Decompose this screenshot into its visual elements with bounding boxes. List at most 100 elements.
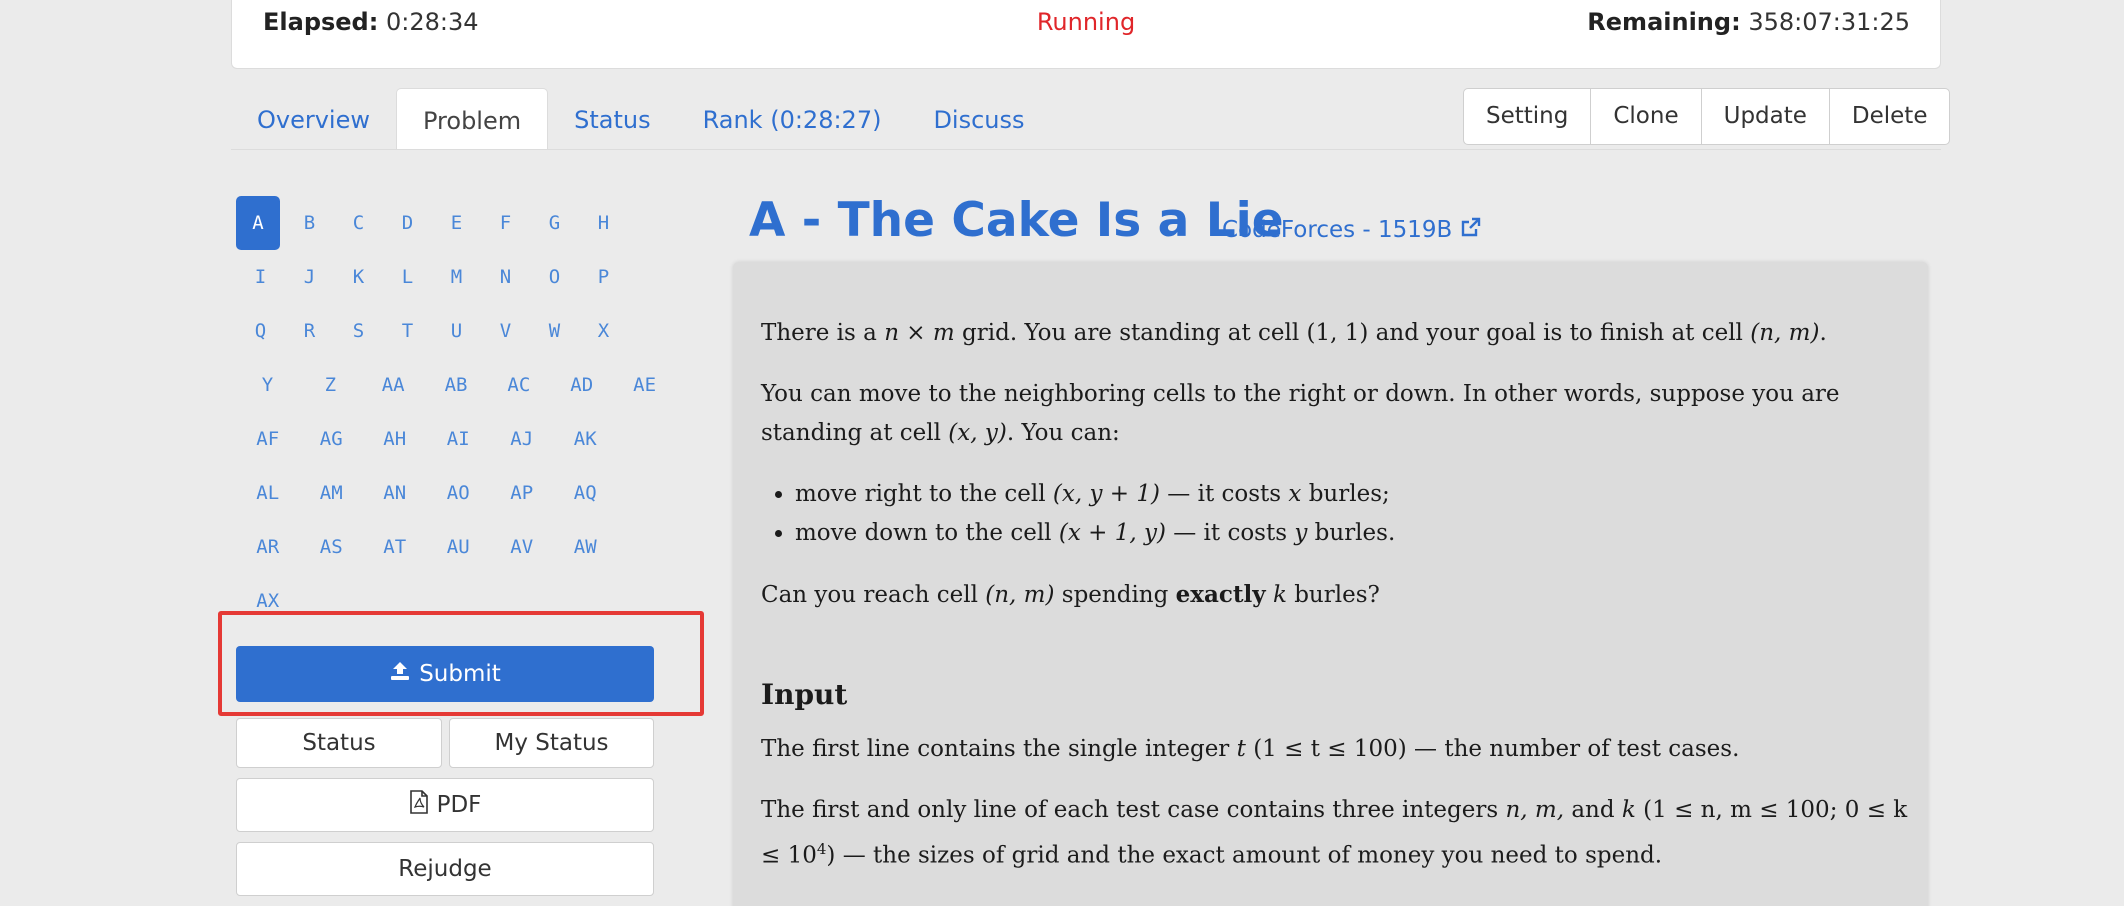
tab-discuss[interactable]: Discuss	[907, 88, 1050, 150]
problem-letter-ag[interactable]: AG	[300, 412, 364, 466]
problem-letter-as[interactable]: AS	[300, 520, 364, 574]
text: move right to the cell	[795, 481, 1053, 507]
problem-letter-c[interactable]: C	[334, 196, 383, 250]
math-cell: (n, m)	[985, 582, 1055, 608]
remaining-time: Remaining: 358:07:31:25	[1587, 8, 1910, 36]
problem-letter-aa[interactable]: AA	[362, 358, 425, 412]
problem-letter-p[interactable]: P	[579, 250, 628, 304]
problem-letter-h[interactable]: H	[579, 196, 628, 250]
problem-letter-au[interactable]: AU	[427, 520, 491, 574]
problem-letter-b[interactable]: B	[285, 196, 334, 250]
problem-letter-ac[interactable]: AC	[487, 358, 550, 412]
contest-tabs: Overview Problem Status Rank (0:28:27) D…	[231, 88, 1051, 150]
text: and	[1564, 797, 1622, 823]
problem-letter-ab[interactable]: AB	[425, 358, 488, 412]
math-var: k	[1621, 797, 1636, 823]
math-var: y	[1294, 520, 1308, 546]
text: — it costs	[1165, 520, 1295, 546]
problem-letter-d[interactable]: D	[383, 196, 432, 250]
problem-letter-o[interactable]: O	[530, 250, 579, 304]
problem-letter-t[interactable]: T	[383, 304, 432, 358]
problem-letter-at[interactable]: AT	[363, 520, 427, 574]
pdf-button[interactable]: PDF	[236, 778, 654, 832]
text: and your goal is to finish at cell	[1368, 320, 1751, 346]
setting-button[interactable]: Setting	[1464, 89, 1590, 144]
status-label: Status	[302, 730, 376, 756]
problem-letter-g[interactable]: G	[530, 196, 579, 250]
problem-letter-x[interactable]: X	[579, 304, 628, 358]
problem-letter-e[interactable]: E	[432, 196, 481, 250]
problem-letter-n[interactable]: N	[481, 250, 530, 304]
problem-letter-r[interactable]: R	[285, 304, 334, 358]
text: Can you reach cell	[761, 582, 986, 608]
problem-letter-am[interactable]: AM	[300, 466, 364, 520]
tab-problem[interactable]: Problem	[396, 88, 549, 150]
problem-letter-aj[interactable]: AJ	[490, 412, 554, 466]
input-paragraph-1: The first line contains the single integ…	[761, 730, 1911, 769]
math-end-cell: (n, m)	[1750, 320, 1820, 346]
math-grid-size: n × m	[884, 320, 955, 346]
problem-source-link[interactable]: CodeForces - 1519B	[1222, 216, 1482, 244]
tab-divider	[231, 149, 1941, 150]
problem-letter-v[interactable]: V	[481, 304, 530, 358]
problem-letter-ar[interactable]: AR	[236, 520, 300, 574]
problem-letter-aq[interactable]: AQ	[554, 466, 618, 520]
problem-letter-grid: A B C D E F G H I J K L M N O P Q R S T U V W X Y Z AA AB AC AD AE AF AG…	[236, 196, 676, 628]
clone-button[interactable]: Clone	[1590, 89, 1700, 144]
letter-row: ABCDEFGH	[236, 196, 676, 250]
problem-letter-av[interactable]: AV	[490, 520, 554, 574]
text: burles.	[1307, 520, 1396, 546]
math-vars: n, m,	[1505, 797, 1565, 823]
problem-letter-ad[interactable]: AD	[550, 358, 613, 412]
math-range: (1 ≤ t ≤ 100)	[1253, 736, 1407, 762]
statement-paragraph-1: There is a n × m grid. You are standing …	[761, 314, 1911, 353]
problem-letter-af[interactable]: AF	[236, 412, 300, 466]
problem-letter-m[interactable]: M	[432, 250, 481, 304]
math-exponent: 4	[816, 840, 827, 858]
problem-letter-w[interactable]: W	[530, 304, 579, 358]
rejudge-label: Rejudge	[398, 856, 492, 882]
text: . You can:	[1006, 420, 1120, 446]
problem-letter-l[interactable]: L	[383, 250, 432, 304]
math-start-cell: (1, 1)	[1306, 320, 1369, 346]
problem-letter-ao[interactable]: AO	[427, 466, 491, 520]
text: burles;	[1301, 481, 1390, 507]
tab-status[interactable]: Status	[548, 88, 676, 150]
problem-letter-ak[interactable]: AK	[554, 412, 618, 466]
text: ) — the sizes of grid and the exact amou…	[826, 842, 1663, 869]
letter-row: IJKLMNOP	[236, 250, 676, 304]
contest-actions: Setting Clone Update Delete	[1463, 88, 1951, 145]
statement-paragraph-3: Can you reach cell (n, m) spending exact…	[761, 575, 1911, 615]
problem-letter-y[interactable]: Y	[236, 358, 299, 412]
problem-letter-u[interactable]: U	[432, 304, 481, 358]
problem-letter-ae[interactable]: AE	[613, 358, 676, 412]
submit-label: Submit	[419, 661, 501, 687]
problem-letter-ah[interactable]: AH	[363, 412, 427, 466]
problem-letter-k[interactable]: K	[334, 250, 383, 304]
problem-letter-aw[interactable]: AW	[554, 520, 618, 574]
problem-letter-al[interactable]: AL	[236, 466, 300, 520]
problem-letter-z[interactable]: Z	[299, 358, 362, 412]
tab-rank[interactable]: Rank (0:28:27)	[677, 88, 908, 150]
problem-letter-q[interactable]: Q	[236, 304, 285, 358]
problem-letter-ap[interactable]: AP	[490, 466, 554, 520]
submit-button[interactable]: Submit	[236, 646, 654, 702]
remaining-value: 358:07:31:25	[1748, 8, 1910, 36]
status-button[interactable]: Status	[236, 718, 442, 768]
text: — the number of test cases.	[1406, 736, 1740, 762]
problem-letter-s[interactable]: S	[334, 304, 383, 358]
rejudge-button[interactable]: Rejudge	[236, 842, 654, 896]
delete-button[interactable]: Delete	[1828, 89, 1950, 144]
problem-letter-i[interactable]: I	[236, 250, 285, 304]
problem-letter-ai[interactable]: AI	[427, 412, 491, 466]
problem-letter-f[interactable]: F	[481, 196, 530, 250]
tab-overview[interactable]: Overview	[231, 88, 396, 150]
pdf-label: PDF	[436, 792, 482, 818]
update-button[interactable]: Update	[1700, 89, 1829, 144]
remaining-label: Remaining:	[1587, 8, 1741, 36]
text: grid. You are standing at cell	[954, 320, 1307, 346]
problem-letter-an[interactable]: AN	[363, 466, 427, 520]
problem-letter-a[interactable]: A	[236, 196, 280, 250]
problem-letter-j[interactable]: J	[285, 250, 334, 304]
my-status-button[interactable]: My Status	[449, 718, 654, 768]
